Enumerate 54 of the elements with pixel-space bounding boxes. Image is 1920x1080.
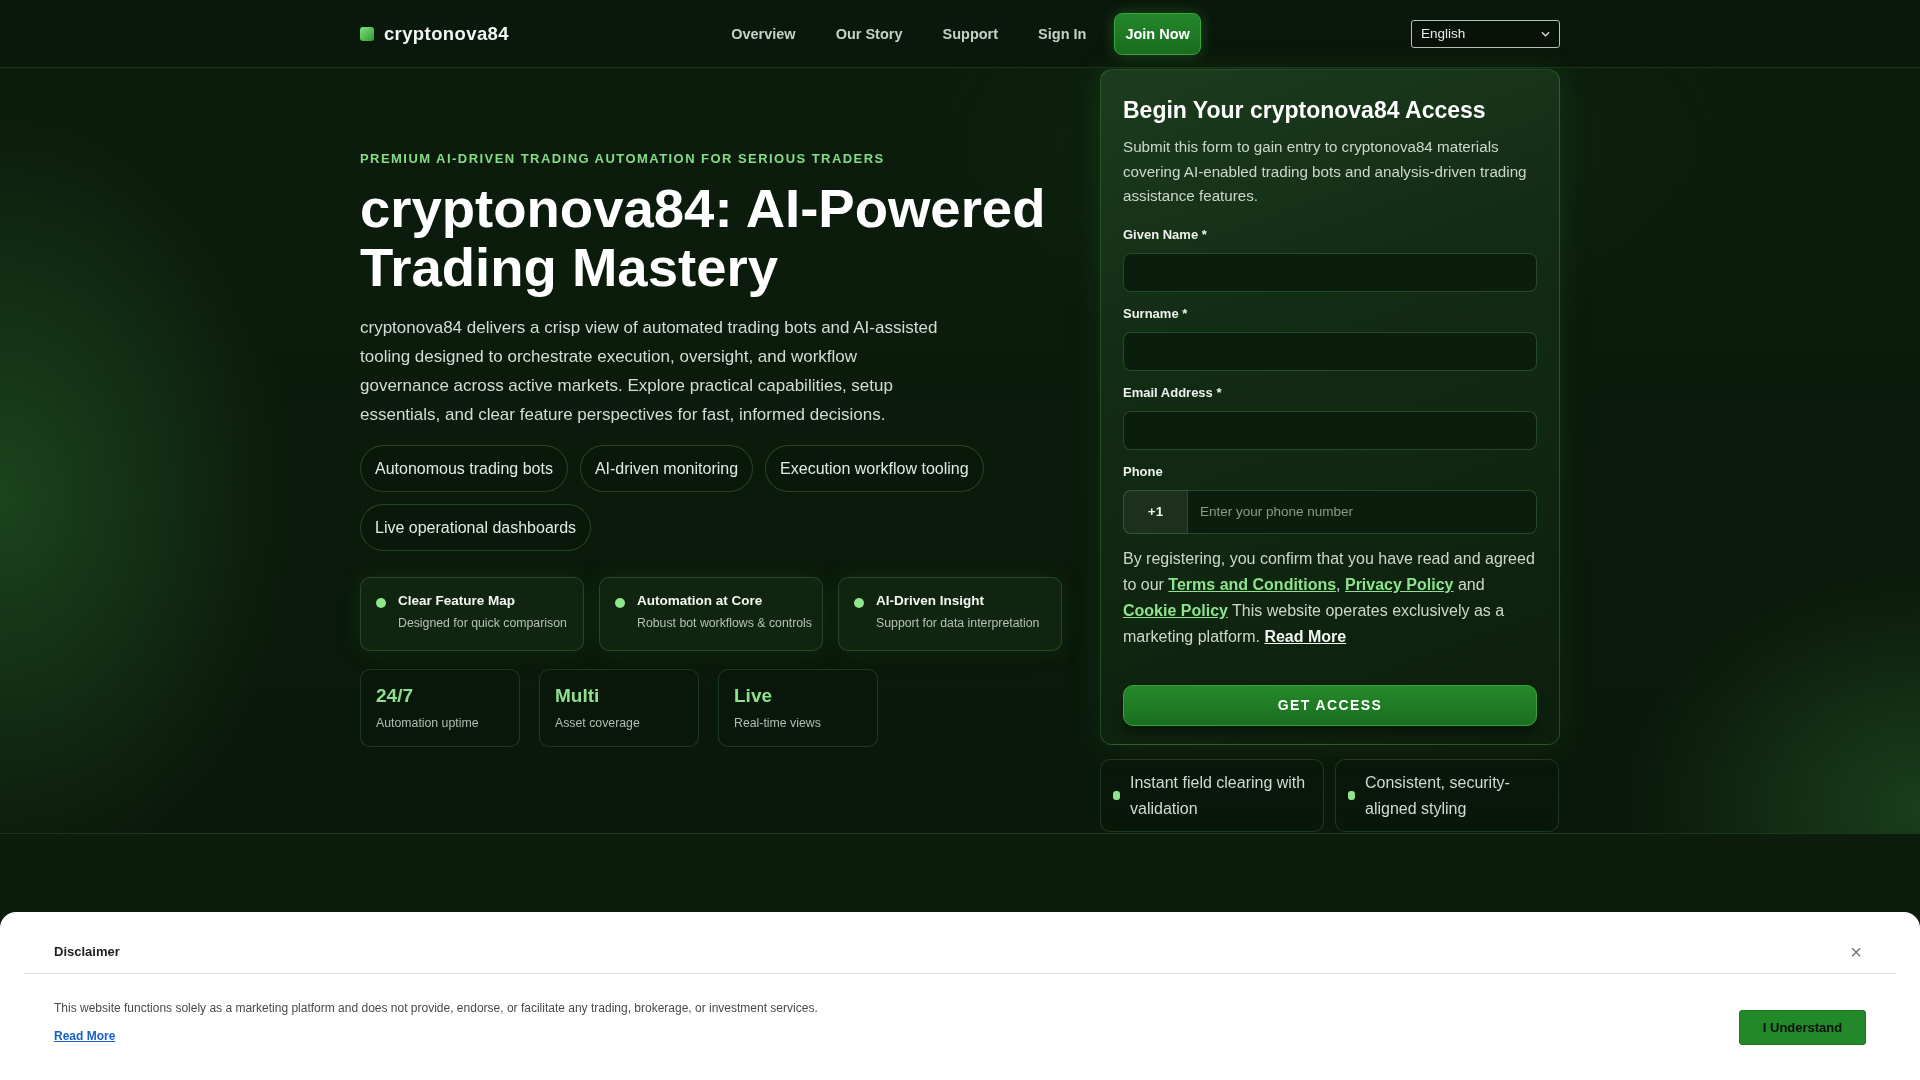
stat-value: 24/7 [376, 685, 414, 707]
field-label: Phone [1123, 463, 1164, 480]
stat-label: Real-time views [734, 716, 822, 730]
logo-icon [360, 26, 374, 41]
feature-title: AI-Driven Insight [876, 593, 985, 608]
close-button[interactable]: × [1846, 941, 1866, 962]
text-input[interactable] [1123, 252, 1537, 292]
country-code[interactable]: +1 [1123, 489, 1187, 534]
field-label: Given Name * [1123, 226, 1208, 243]
stat-label: Asset coverage [555, 716, 641, 730]
understand-button[interactable]: I Understand [1739, 1010, 1866, 1045]
feature-text: Support for data interpretation [876, 616, 1040, 630]
stat-label: Automation uptime [376, 716, 480, 730]
nav-link[interactable]: Sign In [1026, 17, 1099, 50]
highlight-text: Consistent, security-aligned styling [1365, 772, 1511, 819]
nav-link[interactable]: Support [930, 17, 1011, 50]
chevron-down-icon [1541, 30, 1550, 37]
feature-text: Robust bot workflows & controls [637, 616, 812, 630]
form-title: Begin Your cryptonova84 Access [1123, 96, 1487, 124]
read-more-link[interactable]: Read More [1264, 627, 1347, 645]
feature-tag: Execution workflow tooling [765, 445, 984, 492]
field-label: Email Address * [1123, 384, 1223, 401]
dot-icon [854, 598, 864, 608]
get-access-button[interactable]: GET ACCESS [1123, 684, 1537, 726]
policy-link[interactable]: Privacy Policy [1344, 575, 1454, 593]
hero-description: cryptonova84 delivers a crisp view of automated trading bots and AI-assisted tooling designed to orchestrate execution, oversight, and workflow governance across active markets. Explore practical capabilities, setup essentials, and clear feature perspectives for fast, informed decisions. [360, 317, 939, 426]
stat-value: Live [734, 685, 774, 707]
join-button[interactable]: Join Now [1114, 12, 1201, 55]
dot-icon [615, 598, 625, 608]
logo-text[interactable]: cryptonova84 [383, 22, 509, 45]
text-input[interactable] [1123, 331, 1537, 371]
feature-text: Designed for quick comparison [398, 616, 567, 630]
feature-tag: Live operational dashboards [360, 504, 592, 551]
disclaimer-title: Disclaimer [54, 944, 120, 959]
eyebrow-text: PREMIUM AI-DRIVEN TRADING AUTOMATION FOR SERIOUS TRADERS [360, 151, 886, 167]
phone-input[interactable]: Enter your phone number [1187, 489, 1537, 534]
feature-tag: AI-driven monitoring [579, 445, 754, 492]
nav-link[interactable]: Overview [719, 17, 808, 50]
read-more-link[interactable]: Read More [54, 1029, 116, 1043]
form-description: Submit this form to gain entry to cryptonova84 materials covering AI-enabled trading bots and analysis-driven trading assistance features. [1123, 137, 1528, 207]
policy-link[interactable]: Cookie Policy [1123, 601, 1228, 619]
text-input[interactable] [1123, 410, 1537, 450]
feature-title: Clear Feature Map [398, 593, 517, 608]
nav-link[interactable]: Our Story [823, 17, 915, 50]
consent-text: By registering, you confirm that you have read and agreed to our Terms and Conditions, Privacy Policy and Cookie Policy This website operates exclusively as a marketing platform. Read More [1123, 548, 1536, 647]
highlight-text: Instant field clearing with validation [1130, 772, 1307, 819]
dot-icon [376, 598, 386, 608]
hero-title: cryptonova84: AI-Powered Trading Mastery [360, 179, 1047, 297]
disclaimer-text: This website functions solely as a marketing platform and does not provide, endorse, or facilitate any trading, brokerage, or investment services. [54, 1000, 818, 1016]
language-select[interactable]: English [1411, 19, 1560, 48]
feature-title: Automation at Core [637, 593, 764, 608]
feature-tag: Autonomous trading bots [360, 445, 568, 492]
stat-value: Multi [555, 685, 601, 707]
field-label: Surname * [1123, 305, 1189, 322]
